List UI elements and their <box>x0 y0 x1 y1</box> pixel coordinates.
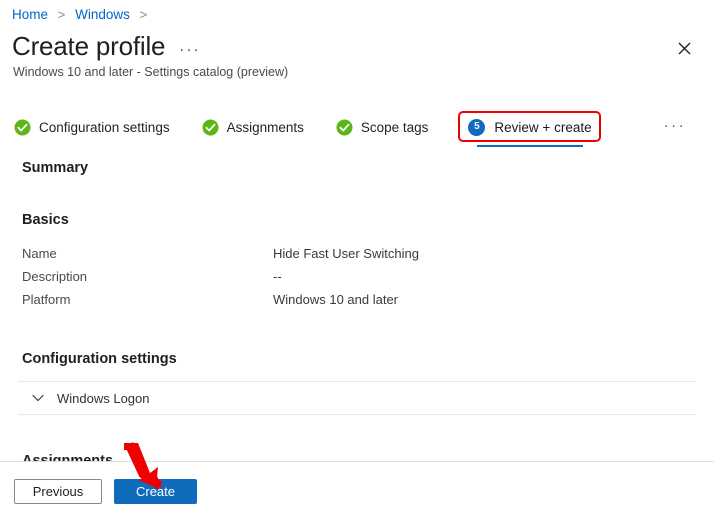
tab-scope-tags[interactable]: Scope tags <box>336 113 429 141</box>
create-button[interactable]: Create <box>114 479 197 504</box>
active-tab-underline <box>477 144 583 147</box>
tab-configuration-settings[interactable]: Configuration settings <box>14 113 170 141</box>
breadcrumb-separator: > <box>57 7 66 22</box>
row-key: Description <box>22 269 88 284</box>
config-group-windows-logon[interactable]: Windows Logon <box>0 382 714 414</box>
check-circle-icon <box>202 119 219 135</box>
row-key: Platform <box>22 292 71 307</box>
check-circle-icon <box>336 119 353 135</box>
assignments-heading: Assignments <box>22 453 114 462</box>
chevron-down-icon <box>32 394 44 402</box>
wizard-steps: Configuration settings Assignments Scope… <box>14 113 714 147</box>
tab-label: Configuration settings <box>39 119 170 135</box>
summary-heading: Summary <box>22 160 89 176</box>
row-value: -- <box>273 269 282 284</box>
tab-label: Review + create <box>494 119 592 135</box>
configuration-settings-heading: Configuration settings <box>22 351 177 367</box>
close-button[interactable] <box>670 34 698 62</box>
page-subtitle: Windows 10 and later - Settings catalog … <box>13 65 289 79</box>
page-title-row: Create profile ··· <box>12 30 201 62</box>
row-key: Name <box>22 246 57 261</box>
breadcrumb-item-windows[interactable]: Windows <box>75 7 130 22</box>
ellipsis-horizontal-icon[interactable]: ··· <box>664 113 687 139</box>
tab-label: Scope tags <box>360 119 429 135</box>
previous-button[interactable]: Previous <box>14 479 102 504</box>
row-value: Hide Fast User Switching <box>273 246 419 261</box>
basics-table: Name Hide Fast User Switching Descriptio… <box>0 242 714 311</box>
basics-heading: Basics <box>22 212 69 228</box>
table-row: Name Hide Fast User Switching <box>22 242 714 265</box>
step-number-badge: 5 <box>468 118 486 136</box>
breadcrumb-separator: > <box>139 7 148 22</box>
ellipsis-horizontal-icon[interactable]: ··· <box>179 37 201 57</box>
review-content: Summary Basics Name Hide Fast User Switc… <box>0 152 714 462</box>
table-row: Platform Windows 10 and later <box>22 288 714 311</box>
tab-review-create[interactable]: 5 Review + create <box>468 113 592 147</box>
page-title: Create profile <box>12 31 166 61</box>
check-circle-icon <box>14 119 31 135</box>
tab-assignments[interactable]: Assignments <box>202 113 304 141</box>
config-group-label: Windows Logon <box>57 390 150 406</box>
footer-bar: Previous Create <box>0 461 714 511</box>
breadcrumb-item-home[interactable]: Home <box>12 7 48 22</box>
row-value: Windows 10 and later <box>273 292 399 307</box>
breadcrumb: Home > Windows > <box>12 6 153 24</box>
tab-label: Assignments <box>226 119 304 135</box>
close-icon <box>678 42 690 54</box>
table-row: Description -- <box>22 265 714 288</box>
